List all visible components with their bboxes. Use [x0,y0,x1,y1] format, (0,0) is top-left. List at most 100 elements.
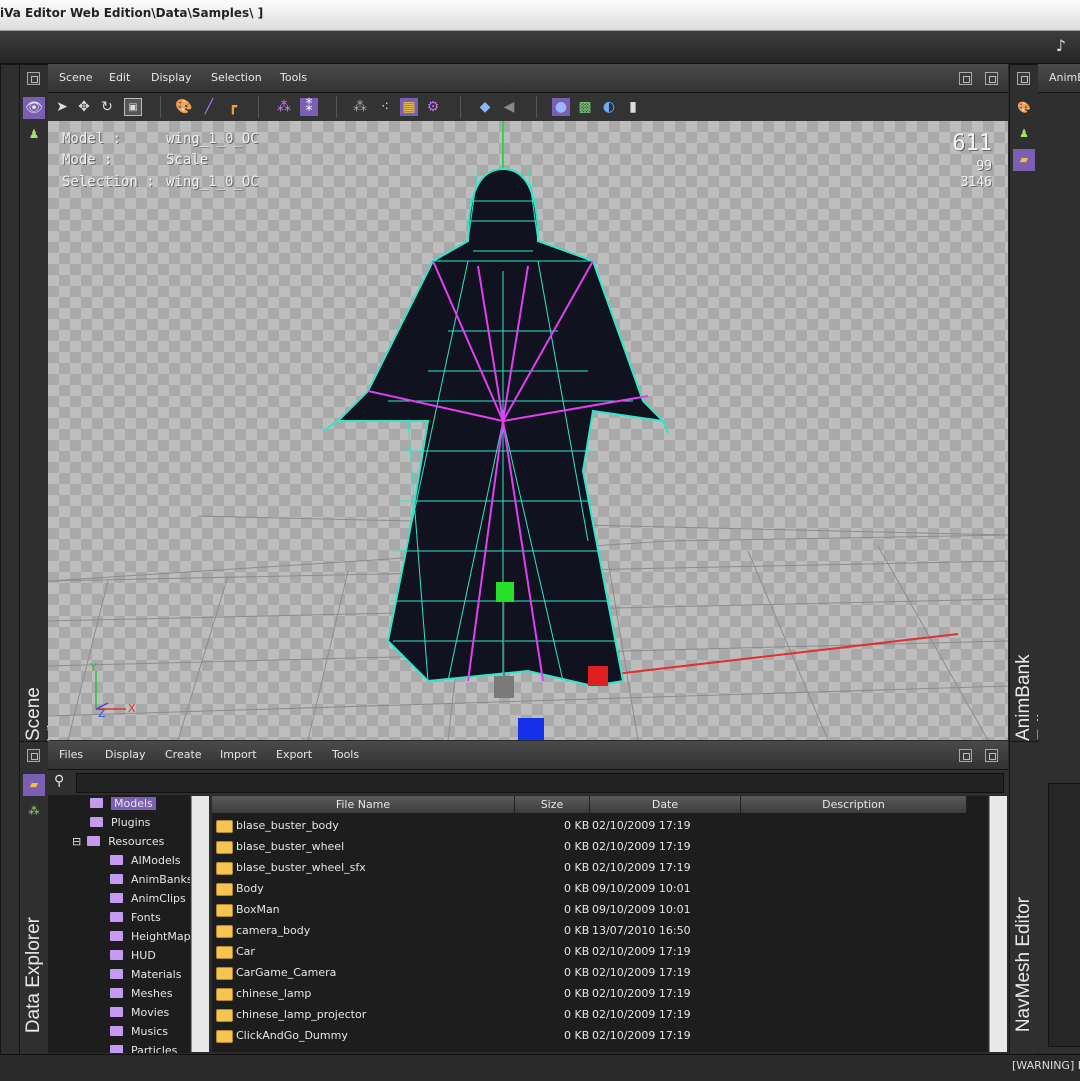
folder-icon [216,883,233,896]
sphere-icon[interactable]: ● [552,98,570,116]
brush-icon[interactable]: ╱ [200,98,218,116]
menu-selection[interactable]: Selection [211,71,262,84]
palette-icon[interactable]: 🎨 [175,98,193,116]
hierarchy-icon[interactable]: ⁂ [275,98,293,116]
search-bar: ⚲ [48,770,1008,795]
maximize-icon[interactable] [985,749,998,762]
maximize-icon[interactable] [985,72,998,85]
tree-item-meshes[interactable]: Meshes [110,987,172,1005]
tree-item-plugins[interactable]: Plugins [90,816,150,834]
folder-icon [216,967,233,980]
search-folder-icon[interactable]: ⁂ [23,800,45,822]
table-row[interactable]: Body 0 KB 09/10/2009 10:01 [212,879,988,900]
music-icon[interactable]: ♪ [1056,36,1066,55]
column-date[interactable]: Date [590,796,741,813]
folder-icon [110,893,123,903]
tree-item-aimodels[interactable]: AIModels [110,854,181,872]
table-row[interactable]: blase_buster_wheel_sfx 0 KB 02/10/2009 17:… [212,858,988,879]
toolbar-separator [336,96,337,118]
tree-item-hud[interactable]: HUD [110,949,156,967]
menu-files[interactable]: Files [59,748,83,761]
tree-scrollbar[interactable] [191,796,209,1052]
move-icon[interactable]: ✥ [75,98,93,116]
x-axis-line [597,633,959,677]
tree-item-heightmaps[interactable]: HeightMaps [110,930,190,948]
tree-item-models[interactable]: Models [90,797,156,815]
menu-tools[interactable]: Tools [280,71,307,84]
menu-tools[interactable]: Tools [332,748,359,761]
menu-display[interactable]: Display [105,748,146,761]
navmesh-side-tab[interactable]: NavMesh Editor [1009,741,1039,1055]
layers-icon[interactable]: ▦ [400,98,418,116]
scene-viewport[interactable]: Y Z X Model : wing_1_0_OC Mode : Scale S… [48,121,1008,740]
axis-z-label: Z [98,707,106,720]
column-size[interactable]: Size [515,796,590,813]
ruler-icon[interactable]: ▮ [624,98,642,116]
grid-icon[interactable]: ▩ [576,98,594,116]
graph-icon[interactable]: ⁑ [300,98,318,116]
figure-icon[interactable]: ♟ [1013,123,1035,145]
table-row[interactable]: blase_buster_body 0 KB 02/10/2009 17:19 [212,816,988,837]
table-row[interactable]: chinese_lamp_projector 0 KB 02/10/2009 17:… [212,1005,988,1026]
scale-icon[interactable]: ▣ [124,98,142,116]
tree-item-resources[interactable]: ⊟ Resources [72,835,164,853]
folder-icon [110,950,123,960]
gear-icon[interactable]: ⚙ [424,98,442,116]
tree-item-animbanks[interactable]: AnimBanks [110,873,190,891]
select-arrow-icon[interactable]: ➤ [53,98,71,116]
table-row[interactable]: ClickAndGo_Dummy 0 KB 02/10/2009 17:19 [212,1026,988,1047]
palette-icon[interactable]: 🎨 [1013,97,1035,119]
restore-icon[interactable] [959,72,972,85]
rotate-icon[interactable]: ↻ [98,98,116,116]
tree-item-animclips[interactable]: AnimClips [110,892,186,910]
camera-icon[interactable]: ◀ [500,98,518,116]
menu-scene[interactable]: Scene [59,71,93,84]
nodes-icon[interactable]: ⁖ [376,98,394,116]
model-label: Model : [62,131,122,147]
panel-toggle-icon[interactable] [27,72,40,85]
tree-item-particles[interactable]: Particles [110,1044,177,1053]
panel-toggle-icon[interactable] [27,749,40,762]
column-description[interactable]: Description [741,796,967,813]
folder-icon [110,988,123,998]
folder-icon[interactable]: ▰ [1013,149,1035,171]
menu-edit[interactable]: Edit [109,71,130,84]
animbank-side-tab[interactable]: 🎨 ♟ ▰ AnimBank Editor [1009,64,1056,742]
axis-x-label: X [128,702,136,715]
figure-icon[interactable]: ♟ [23,123,45,145]
group-icon[interactable]: ⁂ [351,98,369,116]
search-input[interactable] [76,773,1004,793]
restore-icon[interactable] [959,749,972,762]
menu-display[interactable]: Display [151,71,192,84]
panel-toggle-icon[interactable] [1017,72,1030,85]
data-explorer-menubar: Files Display Create Import Export Tools [48,741,1008,770]
animbank-tab-label[interactable]: AnimB [1049,71,1080,84]
tree-item-movies[interactable]: Movies [110,1006,169,1024]
window-title-bar: iVa Editor Web Edition\Data\Samples\ ] [0,0,1080,31]
table-row[interactable]: Car 0 KB 02/10/2009 17:19 [212,942,988,963]
tree-item-materials[interactable]: Materials [110,968,181,986]
globe-icon[interactable]: ◐ [600,98,618,116]
table-row[interactable]: CarGame_Camera 0 KB 02/10/2009 17:19 [212,963,988,984]
data-explorer-side-tab[interactable]: ▰ ⁂ Data Explorer [19,741,49,1055]
menu-import[interactable]: Import [220,748,257,761]
tree-item-musics[interactable]: Musics [110,1025,168,1043]
pivot-icon[interactable]: ┏ [224,98,242,116]
table-row[interactable]: BoxMan 0 KB 09/10/2009 10:01 [212,900,988,921]
scene-viewer-side-tab[interactable]: 👁 ♟ Scene Viewer [19,64,66,742]
table-row[interactable]: chinese_lamp 0 KB 02/10/2009 17:19 [212,984,988,1005]
folder-icon[interactable]: ▰ [23,774,45,796]
collapse-icon[interactable]: ⊟ [72,835,81,848]
tree-item-fonts[interactable]: Fonts [110,911,161,929]
table-row[interactable]: camera_body 0 KB 13/07/2010 16:50 [212,921,988,942]
table-row[interactable]: blase_buster_wheel 0 KB 02/10/2009 17:19 [212,837,988,858]
folder-icon [216,904,233,917]
column-file-name[interactable]: File Name [212,796,515,813]
eye-icon[interactable]: 👁 [23,97,45,119]
cube-icon[interactable]: ◆ [476,98,494,116]
menu-create[interactable]: Create [165,748,202,761]
menu-export[interactable]: Export [276,748,312,761]
file-list-scrollbar[interactable] [989,796,1007,1052]
folder-icon [216,1009,233,1022]
window-title: iVa Editor Web Edition\Data\Samples\ ] [0,6,264,20]
